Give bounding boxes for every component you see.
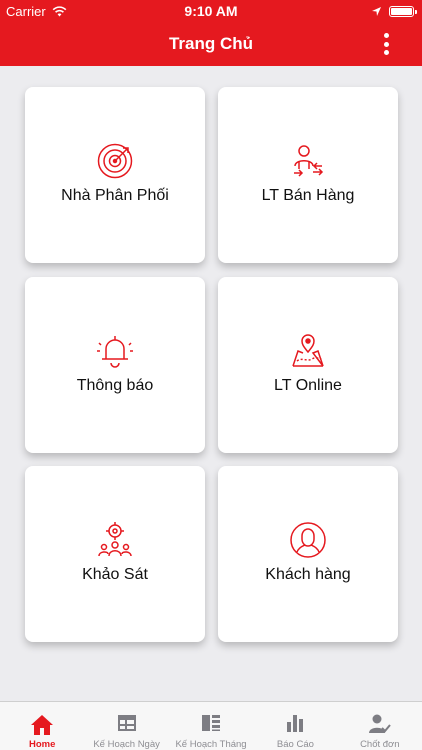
bar-chart-icon: [253, 714, 337, 732]
tab-label: Kế Hoạch Ngày: [93, 739, 160, 750]
radar-target-icon: [25, 142, 205, 180]
user-check-icon: [338, 714, 422, 734]
tab-bao-cao[interactable]: Báo Cáo: [253, 702, 337, 750]
clock: 9:10 AM: [184, 3, 238, 19]
card-nha-phan-phoi[interactable]: Nhà Phân Phối: [25, 87, 205, 263]
nav-bar: Trang Chủ: [0, 22, 422, 66]
tab-label: Báo Cáo: [276, 739, 314, 750]
card-thong-bao[interactable]: Thông báo: [25, 277, 205, 453]
salesman-route-icon: [218, 142, 398, 180]
daily-plan-icon: [84, 714, 168, 732]
card-label: Nhà Phân Phối: [61, 187, 169, 204]
tab-label: Home: [29, 739, 56, 750]
card-label: LT Online: [274, 377, 342, 394]
tab-home[interactable]: Home: [0, 702, 84, 750]
card-lt-ban-hang[interactable]: LT Bán Hàng: [218, 87, 398, 263]
card-label: Khách hàng: [265, 566, 351, 583]
page-title: Trang Chủ: [168, 34, 254, 53]
survey-target-group-icon: [25, 521, 205, 559]
card-khao-sat[interactable]: Khảo Sát: [25, 466, 205, 642]
location-arrow-icon: [371, 5, 382, 20]
map-pin-icon: [218, 332, 398, 370]
tab-ke-hoach-thang[interactable]: Kế Hoạch Tháng: [169, 702, 253, 750]
card-label: Thông báo: [76, 377, 154, 394]
tab-label: Kế Hoạch Tháng: [175, 739, 247, 750]
battery-icon: [389, 6, 417, 17]
monthly-plan-icon: [169, 714, 253, 732]
card-lt-online[interactable]: LT Online: [218, 277, 398, 453]
card-label: Khảo Sát: [82, 566, 148, 583]
card-khach-hang[interactable]: Khách hàng: [218, 466, 398, 642]
status-bar: Carrier 9:10 AM: [0, 0, 422, 22]
tab-chot-don[interactable]: Chốt đơn: [338, 702, 422, 750]
card-label: LT Bán Hàng: [261, 187, 355, 204]
home-icon: [0, 714, 84, 736]
tab-label: Chốt đơn: [360, 739, 400, 750]
bell-icon: [25, 332, 205, 370]
tab-bar: Home Kế Hoạch Ngày Kế Hoạch Tháng Báo Cá…: [0, 701, 422, 750]
more-vertical-icon[interactable]: [374, 31, 398, 57]
customer-avatar-icon: [218, 521, 398, 559]
tab-ke-hoach-ngay[interactable]: Kế Hoạch Ngày: [84, 702, 168, 750]
